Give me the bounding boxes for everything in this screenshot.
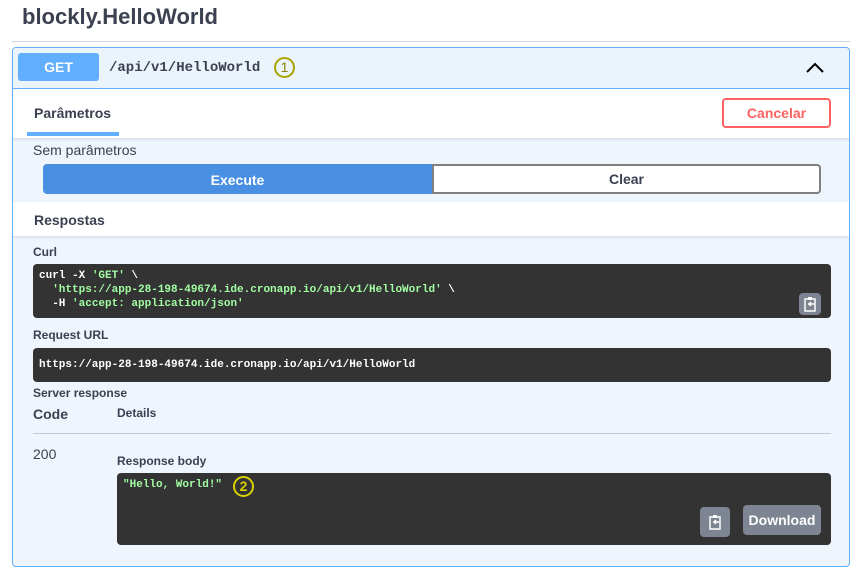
copy-curl-button[interactable] bbox=[799, 293, 821, 315]
request-url-label: Request URL bbox=[33, 328, 109, 342]
response-body-text: "Hello, World!" bbox=[123, 479, 223, 491]
clipboard-copy-icon bbox=[709, 515, 721, 530]
responses-header: Respostas bbox=[13, 202, 849, 237]
code-column-header: Code bbox=[33, 406, 68, 422]
curl-line: 'https://app-28-198-49674.ide.cronapp.io… bbox=[52, 284, 455, 296]
cancel-button[interactable]: Cancelar bbox=[722, 98, 831, 128]
curl-line: curl -X 'GET' \ bbox=[39, 270, 139, 282]
response-body-label: Response body bbox=[117, 454, 207, 468]
download-button[interactable]: Download bbox=[743, 505, 821, 535]
operation-path: /api/v1/HelloWorld bbox=[109, 60, 261, 76]
server-response-label: Server response bbox=[33, 386, 128, 400]
annotation-marker-1: 1 bbox=[274, 57, 295, 78]
tab-parameters-label: Parâmetros bbox=[34, 105, 112, 121]
operation-summary[interactable]: GET /api/v1/HelloWorld 1 bbox=[13, 48, 849, 89]
collapse-button[interactable] bbox=[803, 56, 827, 80]
curl-label: Curl bbox=[33, 245, 57, 259]
copy-response-button[interactable] bbox=[700, 507, 730, 537]
execute-button[interactable]: Execute bbox=[43, 164, 432, 194]
clear-button[interactable]: Clear bbox=[432, 164, 821, 194]
chevron-up-icon bbox=[806, 62, 824, 73]
request-url-block: https://app-28-198-49674.ide.cronapp.io/… bbox=[33, 348, 831, 382]
table-header-divider bbox=[33, 433, 831, 434]
api-title: blockly.HelloWorld bbox=[22, 4, 218, 29]
responses-title: Respostas bbox=[34, 212, 105, 228]
clipboard-copy-icon bbox=[804, 297, 816, 312]
method-badge: GET bbox=[18, 53, 99, 81]
curl-code-block: curl -X 'GET' \ 'https://app-28-198-4967… bbox=[33, 264, 831, 318]
parameters-header: Parâmetros Cancelar bbox=[13, 89, 849, 139]
annotation-marker-2: 2 bbox=[233, 476, 254, 497]
tab-parameters[interactable]: Parâmetros bbox=[27, 89, 119, 136]
operation-block: GET /api/v1/HelloWorld 1 Parâmetros Canc… bbox=[12, 47, 850, 567]
title-divider bbox=[12, 41, 850, 42]
details-column-header: Details bbox=[117, 406, 157, 420]
curl-line: -H 'accept: application/json' bbox=[39, 298, 244, 310]
no-parameters-text: Sem parâmetros bbox=[33, 142, 137, 158]
execute-wrapper: Execute Clear bbox=[43, 164, 821, 194]
status-code: 200 bbox=[33, 446, 57, 462]
